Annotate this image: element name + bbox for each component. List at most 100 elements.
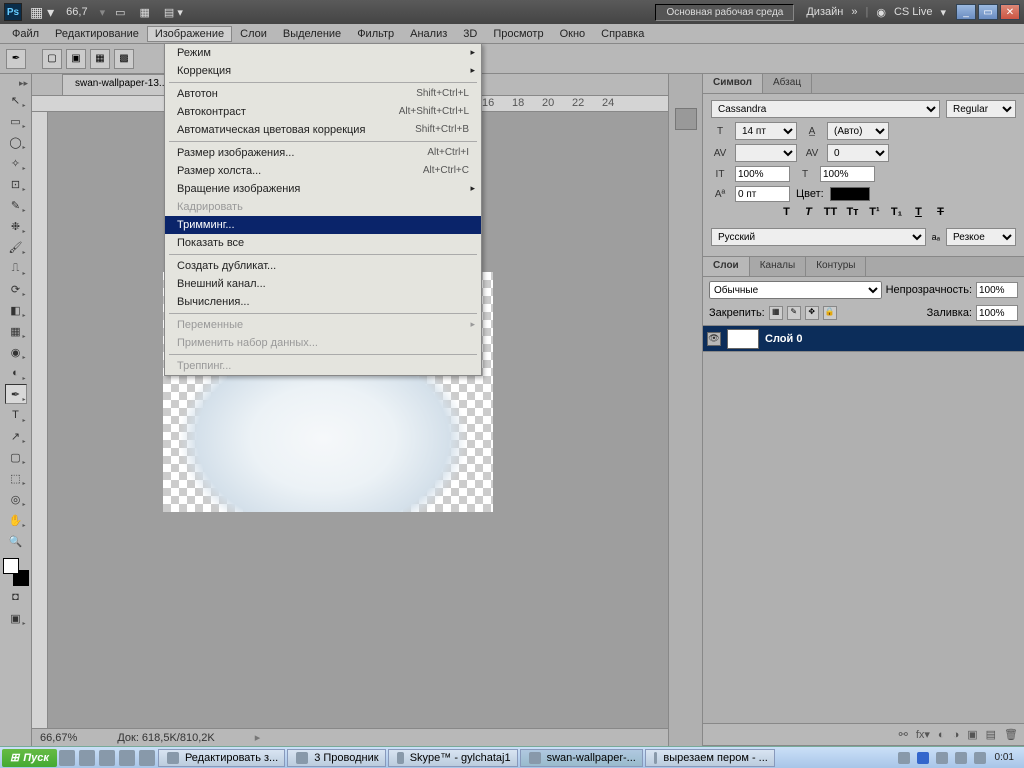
document-tab[interactable]: swan-wallpaper-13... (62, 74, 180, 95)
zoom-value[interactable]: 66,7 (60, 6, 93, 18)
heal-tool[interactable]: ❉▸ (5, 216, 27, 236)
3d-cam-tool[interactable]: ◎▸ (5, 489, 27, 509)
antialias-select[interactable]: Резкое (946, 228, 1016, 246)
menu-item[interactable]: Размер изображения...Alt+Ctrl+I (165, 144, 481, 162)
pen-tool[interactable]: ✒▸ (5, 384, 27, 404)
3d-tool[interactable]: ⬚▸ (5, 468, 27, 488)
opt-mode-2[interactable]: ▣ (66, 49, 86, 69)
adjust-icon[interactable]: ◑ (953, 729, 960, 741)
menu-3d[interactable]: 3D (455, 26, 485, 42)
tracking-input[interactable]: 0 (827, 144, 889, 162)
gradient-tool[interactable]: ▦▸ (5, 321, 27, 341)
menu-item[interactable]: Режим (165, 44, 481, 62)
cslive-button[interactable]: CS Live (894, 6, 933, 18)
workspace-main-button[interactable]: Основная рабочая среда (655, 4, 794, 21)
mask-icon[interactable]: ◐ (938, 729, 945, 741)
smallcaps-btn[interactable]: Tᴛ (845, 206, 861, 222)
opt-mode-3[interactable]: ▦ (90, 49, 110, 69)
font-style-select[interactable]: Regular (946, 100, 1016, 118)
underline-btn[interactable]: T (911, 206, 927, 222)
ql-disc-icon[interactable] (59, 750, 75, 766)
screen-mode-tool[interactable]: ▣▸ (5, 608, 27, 628)
tab-Контуры[interactable]: Контуры (806, 257, 866, 276)
folder-icon[interactable]: ▣ (967, 728, 977, 741)
menu-item[interactable]: АвтоконтрастAlt+Shift+Ctrl+L (165, 103, 481, 121)
menu-item[interactable]: Вычисления... (165, 293, 481, 311)
tray-icon-1[interactable] (898, 752, 910, 764)
tab-Каналы[interactable]: Каналы (750, 257, 807, 276)
text-color-swatch[interactable] (830, 187, 870, 201)
wand-tool[interactable]: ✧▸ (5, 153, 27, 173)
bold-btn[interactable]: T (779, 206, 795, 222)
color-swatches[interactable] (3, 558, 29, 586)
tool-preset-icon[interactable]: ✒ (6, 49, 26, 69)
hand-tool[interactable]: ✋▸ (5, 510, 27, 530)
tray-lang-icon[interactable] (917, 752, 929, 764)
status-zoom[interactable]: 66,67% (40, 732, 77, 744)
menu-справка[interactable]: Справка (593, 26, 652, 42)
lasso-tool[interactable]: ◯▸ (5, 132, 27, 152)
tab-paragraph[interactable]: Абзац (763, 74, 812, 93)
new-layer-icon[interactable]: ▤ (986, 728, 996, 741)
eraser-tool[interactable]: ◧▸ (5, 300, 27, 320)
start-button[interactable]: ⊞ Пуск (2, 749, 57, 767)
sub-btn[interactable]: T₁ (889, 206, 905, 222)
layer-thumbnail[interactable] (727, 329, 759, 349)
type-tool[interactable]: T▸ (5, 405, 27, 425)
tray-icon-2[interactable] (936, 752, 948, 764)
menu-изображение[interactable]: Изображение (147, 26, 232, 42)
ql-desktop-icon[interactable] (139, 750, 155, 766)
language-select[interactable]: Русский (711, 228, 926, 246)
opt-mode-4[interactable]: ▩ (114, 49, 134, 69)
link-icon[interactable]: ⚯ (899, 728, 908, 741)
taskbar-task[interactable]: swan-wallpaper-... (520, 749, 643, 767)
opt-mode-1[interactable]: ▢ (42, 49, 62, 69)
tray-icon-4[interactable] (974, 752, 986, 764)
hscale-input[interactable] (820, 166, 875, 182)
lock-paint-icon[interactable]: ✎ (787, 306, 801, 320)
close-button[interactable]: ✕ (1000, 4, 1020, 20)
menu-выделение[interactable]: Выделение (275, 26, 349, 42)
menu-item[interactable]: Создать дубликат... (165, 257, 481, 275)
workspace-design-button[interactable]: Дизайн (806, 6, 843, 18)
ql-chrome-icon[interactable] (99, 750, 115, 766)
brush-tool[interactable]: 🖌▸ (5, 237, 27, 257)
menu-item[interactable]: АвтотонShift+Ctrl+L (165, 85, 481, 103)
baseline-input[interactable] (735, 186, 790, 202)
dodge-tool[interactable]: ◐▸ (5, 363, 27, 383)
toolbox-collapse-icon[interactable]: ▸▸ (0, 78, 31, 89)
cslive-icon[interactable]: ◉ (876, 6, 886, 19)
menu-item[interactable]: Размер холста...Alt+Ctrl+C (165, 162, 481, 180)
workspace-more-icon[interactable]: » (851, 6, 857, 18)
menu-фильтр[interactable]: Фильтр (349, 26, 402, 42)
eyedropper-tool[interactable]: ✎▸ (5, 195, 27, 215)
taskbar-task[interactable]: 3 Проводник (287, 749, 385, 767)
menu-слои[interactable]: Слои (232, 26, 275, 42)
lock-all-icon[interactable]: 🔒 (823, 306, 837, 320)
ql-disc2-icon[interactable] (79, 750, 95, 766)
menu-анализ[interactable]: Анализ (402, 26, 455, 42)
menu-item[interactable]: Коррекция (165, 62, 481, 80)
opacity-input[interactable] (976, 282, 1018, 298)
kern-input[interactable] (735, 144, 797, 162)
trash-icon[interactable]: 🗑 (1004, 728, 1018, 741)
grid-icon[interactable]: ▦ ▾ (30, 4, 54, 21)
quickmask-tool[interactable]: ◘ (5, 587, 27, 607)
layer-name[interactable]: Слой 0 (765, 333, 802, 345)
ql-ve-icon[interactable] (119, 750, 135, 766)
tab-character[interactable]: Символ (703, 74, 763, 93)
menu-окно[interactable]: Окно (552, 26, 594, 42)
shape-tool[interactable]: ▢▸ (5, 447, 27, 467)
blur-tool[interactable]: ◉▸ (5, 342, 27, 362)
move-tool[interactable]: ↖▸ (5, 90, 27, 110)
zoom-tool[interactable]: 🔍 (5, 531, 27, 551)
strike-btn[interactable]: T (933, 206, 949, 222)
caps-btn[interactable]: TT (823, 206, 839, 222)
crop-tool[interactable]: ⊡▸ (5, 174, 27, 194)
layer-item[interactable]: 👁 Слой 0 (703, 326, 1024, 352)
vscale-input[interactable] (735, 166, 790, 182)
blend-mode-select[interactable]: Обычные (709, 281, 882, 299)
menu-item[interactable]: Тримминг... (165, 216, 481, 234)
minimize-button[interactable]: _ (956, 4, 976, 20)
taskbar-task[interactable]: вырезаем пером - ... (645, 749, 775, 767)
